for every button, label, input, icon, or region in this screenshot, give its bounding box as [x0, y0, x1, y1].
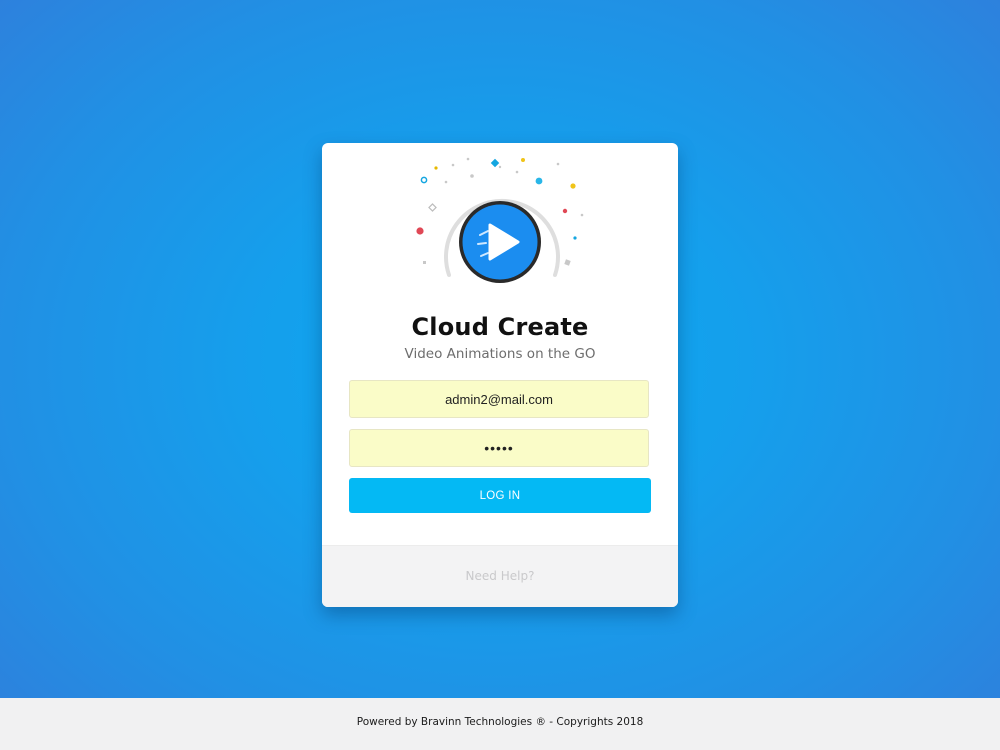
login-card: Cloud Create Video Animations on the GO … [322, 143, 678, 607]
email-field[interactable] [349, 380, 649, 418]
password-field[interactable] [349, 429, 649, 467]
play-button-icon [416, 157, 584, 283]
need-help-link[interactable]: Need Help? [322, 569, 678, 583]
app-subtitle: Video Animations on the GO [404, 346, 596, 362]
footer: Powered by Bravinn Technologies ® - Copy… [0, 698, 1000, 750]
help-area: Need Help? [322, 545, 678, 607]
app-title: Cloud Create [411, 313, 589, 341]
login-button[interactable]: LOG IN [349, 478, 651, 513]
login-page: Cloud Create Video Animations on the GO … [0, 0, 1000, 750]
footer-text: Powered by Bravinn Technologies ® - Copy… [356, 716, 644, 728]
